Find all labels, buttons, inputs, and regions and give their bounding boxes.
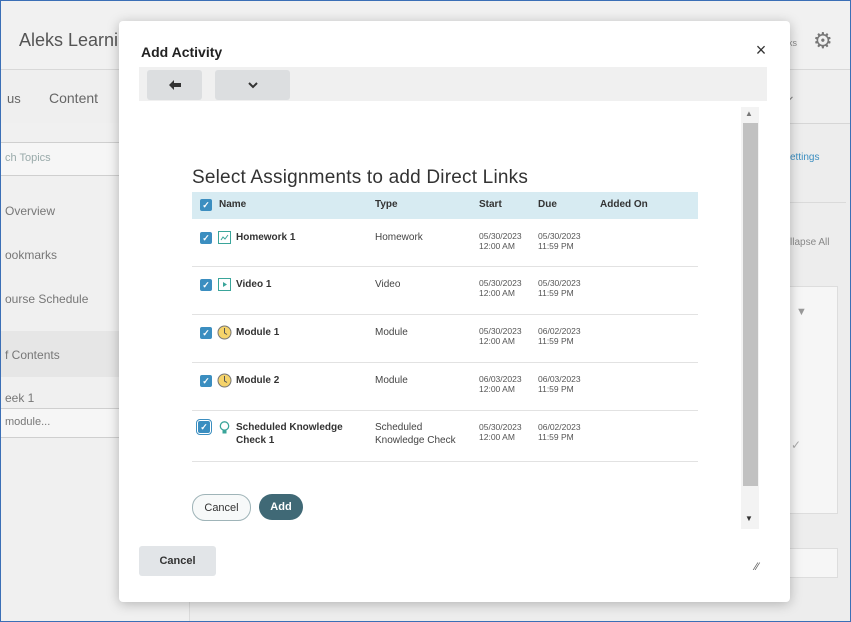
- row-checkbox-focused[interactable]: ✓: [195, 418, 213, 436]
- add-activity-dialog: Add Activity × Select Assignments to add…: [119, 21, 790, 602]
- table-row: ✓ Homework 1 Homework 05/30/2023 12:00 A…: [192, 219, 698, 267]
- row-due-date: 06/03/2023: [538, 374, 581, 384]
- row-checkbox[interactable]: ✓: [200, 375, 212, 387]
- scroll-down-icon[interactable]: ▼: [745, 514, 753, 523]
- toc-label: f Contents: [5, 348, 60, 362]
- column-start: Start: [479, 199, 502, 210]
- row-due-time: 11:59 PM: [538, 336, 574, 346]
- row-due-date: 06/02/2023: [538, 326, 581, 336]
- footer-cancel-button[interactable]: Cancel: [139, 546, 216, 576]
- resize-handle-icon[interactable]: ⁄⁄: [755, 561, 759, 573]
- chevron-down-icon: [247, 81, 258, 88]
- row-due-date: 05/30/2023: [538, 278, 581, 288]
- menu-dropdown-button[interactable]: [215, 70, 290, 100]
- row-due-time: 11:59 PM: [538, 432, 574, 442]
- homework-icon: [218, 231, 231, 244]
- section-heading: Select Assignments to add Direct Links: [192, 167, 529, 188]
- table-header: ✓ Name Type Start Due Added On: [192, 192, 698, 219]
- close-icon[interactable]: ×: [752, 41, 770, 59]
- column-name: Name: [219, 199, 247, 210]
- row-checkbox[interactable]: ✓: [200, 232, 212, 244]
- column-type: Type: [375, 199, 398, 210]
- row-checkbox[interactable]: ✓: [200, 279, 212, 291]
- row-due-date: 05/30/2023: [538, 231, 581, 241]
- row-type: Video: [375, 279, 401, 290]
- screen: Aleks Learni ks ⚙ us Content ⌄ ch Topics…: [0, 0, 851, 622]
- cancel-button[interactable]: Cancel: [192, 494, 251, 521]
- row-due-time: 11:59 PM: [538, 241, 574, 251]
- row-type: Module: [375, 327, 408, 338]
- column-due: Due: [538, 199, 557, 210]
- scrollbar[interactable]: ▲ ▼: [741, 107, 759, 529]
- row-start-time: 12:00 AM: [479, 288, 515, 298]
- add-button[interactable]: Add: [259, 494, 303, 520]
- settings-link[interactable]: ettings: [790, 152, 819, 163]
- row-start-date: 05/30/2023: [479, 231, 522, 241]
- row-due-time: 11:59 PM: [538, 288, 574, 298]
- dialog-toolbar: [139, 67, 767, 101]
- row-name[interactable]: Module 1: [236, 327, 279, 339]
- row-start-time: 12:00 AM: [479, 241, 515, 251]
- row-name-line1[interactable]: Scheduled Knowledge: [236, 422, 343, 434]
- dialog-content: Select Assignments to add Direct Links ✓…: [139, 101, 741, 547]
- row-start-date: 05/30/2023: [479, 326, 522, 336]
- row-name-line2[interactable]: Check 1: [236, 435, 274, 447]
- gear-icon[interactable]: ⚙: [813, 28, 833, 54]
- dialog-title: Add Activity: [141, 44, 223, 60]
- module-icon: [217, 373, 232, 388]
- lightbulb-icon: [219, 421, 230, 434]
- sidebar-item-overview[interactable]: Overview: [5, 204, 55, 218]
- nav-tab-syllabus[interactable]: us: [7, 91, 21, 106]
- scroll-up-icon[interactable]: ▲: [745, 109, 753, 118]
- table-row: ✓ Module 2 Module 06/03/2023 12:00 AM 06…: [192, 363, 698, 411]
- search-placeholder: ch Topics: [5, 152, 51, 164]
- content-panel-2: [786, 548, 838, 578]
- module-icon: [217, 325, 232, 340]
- row-start-date: 05/30/2023: [479, 278, 522, 288]
- checkmark-icon: ✓: [791, 438, 802, 452]
- row-start-time: 12:00 AM: [479, 384, 515, 394]
- divider: [786, 202, 846, 203]
- column-added-on: Added On: [600, 199, 648, 210]
- sidebar-item-course-schedule[interactable]: ourse Schedule: [5, 292, 88, 306]
- row-type-line1: Scheduled: [375, 422, 423, 433]
- row-start-time: 12:00 AM: [479, 432, 515, 442]
- row-start-time: 12:00 AM: [479, 336, 515, 346]
- caret-down-icon[interactable]: ▼: [796, 306, 807, 318]
- app-title: Aleks Learni: [19, 30, 119, 50]
- table-row: ✓ Module 1 Module 05/30/2023 12:00 AM 06…: [192, 315, 698, 363]
- sidebar-item-bookmarks[interactable]: ookmarks: [5, 248, 57, 262]
- row-name[interactable]: Video 1: [236, 279, 271, 291]
- row-due-date: 06/02/2023: [538, 422, 581, 432]
- row-start-date: 06/03/2023: [479, 374, 522, 384]
- nav-tab-content[interactable]: Content: [49, 90, 98, 106]
- table-row: ✓ Scheduled Knowledge Check 1 Scheduled …: [192, 411, 698, 462]
- search-topics-input[interactable]: ch Topics: [1, 142, 130, 176]
- scrollbar-thumb[interactable]: [743, 123, 758, 486]
- row-due-time: 11:59 PM: [538, 384, 574, 394]
- row-start-date: 05/30/2023: [479, 422, 522, 432]
- content-panel: [786, 286, 838, 514]
- select-all-checkbox[interactable]: ✓: [200, 199, 212, 211]
- row-checkbox[interactable]: ✓: [200, 327, 212, 339]
- back-button[interactable]: [147, 70, 202, 100]
- row-type-line2: Knowledge Check: [375, 435, 456, 446]
- collapse-all-link[interactable]: llapse All: [790, 237, 829, 248]
- add-module-input[interactable]: module...: [1, 408, 130, 438]
- row-name[interactable]: Module 2: [236, 375, 279, 387]
- arrow-left-icon: [168, 80, 181, 90]
- row-name[interactable]: Homework 1: [236, 232, 295, 244]
- video-icon: [218, 278, 231, 291]
- table-row: ✓ Video 1 Video 05/30/2023 12:00 AM 05/3…: [192, 267, 698, 315]
- row-type: Module: [375, 375, 408, 386]
- row-type: Homework: [375, 232, 423, 243]
- sidebar-item-week-1[interactable]: eek 1: [5, 391, 34, 405]
- module-placeholder: module...: [5, 416, 51, 428]
